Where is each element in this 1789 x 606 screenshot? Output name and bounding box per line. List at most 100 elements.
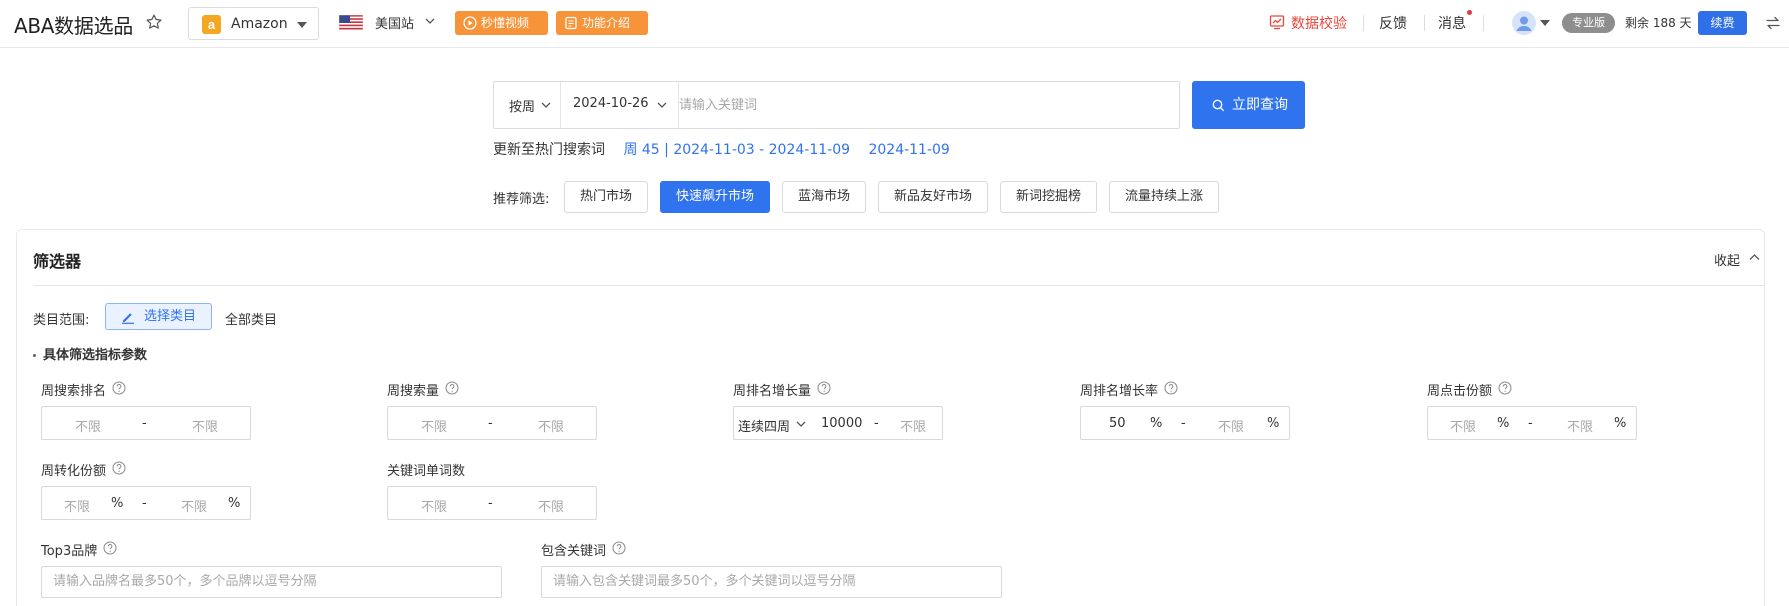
range-dash: - [874,416,879,431]
panel-divider [33,285,1765,286]
query-button[interactable]: 立即查询 [1192,81,1305,129]
edit-icon [121,310,135,324]
intro-button[interactable]: 功能介绍 [556,11,648,35]
help-circle-icon[interactable] [112,381,126,395]
top3-brand-label: Top3品牌 [41,540,117,559]
range-max[interactable]: 不限 [1218,416,1244,435]
favorite-star-icon[interactable] [145,13,163,31]
top3-brand-input[interactable]: 请输入品牌名最多50个，多个品牌以逗号分隔 [41,566,502,598]
range-dash: - [488,496,493,511]
update-info: 更新至热门搜索词 周 45 | 2024-11-03 - 2024-11-09 … [493,139,964,159]
marketplace-select[interactable]: a Amazon [188,7,319,40]
recommend-traffic-rising[interactable]: 流量持续上涨 [1109,181,1219,213]
click-share-range[interactable]: 不限 % - 不限 % [1427,406,1637,440]
help-circle-icon[interactable] [1498,381,1512,395]
weekly-volume-range[interactable]: 不限 - 不限 [387,406,597,440]
site-select[interactable]: 美国站 [375,13,414,32]
us-flag-icon [339,15,363,30]
weekly-rank-range[interactable]: 不限 - 不限 [41,406,251,440]
keyword-search-input[interactable] [679,83,1169,127]
period-select-label[interactable]: 按周 [509,96,535,115]
include-keywords-label: 包含关键词 [541,540,626,559]
recommend-new-word-list[interactable]: 新词挖掘榜 [1000,181,1097,213]
weekly-volume-text: 周搜索量 [387,384,440,399]
range-min[interactable]: 不限 [1450,416,1476,435]
range-dash: - [1528,416,1533,431]
range-min[interactable]: 不限 [421,416,447,435]
collapse-toggle[interactable]: 收起 [1714,250,1760,269]
date-select-label[interactable]: 2024-10-26 [573,96,649,111]
range-min[interactable]: 不限 [64,496,90,515]
range-dash: - [488,416,493,431]
help-circle-icon[interactable] [445,381,459,395]
search-bar: 按周 2024-10-26 [493,81,1180,129]
click-share-label: 周点击份额 [1427,380,1512,399]
range-min[interactable]: 50 [1109,416,1126,431]
keyword-word-count-range[interactable]: 不限 - 不限 [387,486,597,520]
param-section-label: 具体筛选指标参数 [43,348,148,363]
help-circle-icon[interactable] [612,541,626,555]
percent-sign: % [1150,416,1163,431]
percent-sign: % [1267,416,1280,431]
video-button[interactable]: 秒懂视频 [455,11,548,35]
unread-dot [1467,10,1472,15]
include-keywords-input[interactable]: 请输入包含关键词最多50个，多个关键词以逗号分隔 [541,566,1002,598]
bullet-dot [33,354,36,357]
percent-sign: % [1614,416,1627,431]
help-circle-icon[interactable] [112,461,126,475]
renew-button[interactable]: 续费 [1698,11,1747,35]
recommend-hot-market[interactable]: 热门市场 [564,181,648,213]
chevron-down-icon[interactable] [541,102,551,109]
range-min[interactable]: 不限 [75,416,101,435]
chevron-down-icon[interactable] [425,18,435,25]
range-max[interactable]: 不限 [181,496,207,515]
help-circle-icon[interactable] [1164,381,1178,395]
caret-down-icon[interactable] [1540,20,1550,26]
conversion-share-label: 周转化份额 [41,460,126,479]
switch-icon[interactable] [1765,15,1781,31]
range-max[interactable]: 不限 [900,416,926,435]
rank-growth-rate-text: 周排名增长率 [1080,384,1159,399]
keyword-word-count-label: 关键词单词数 [387,464,466,479]
range-min[interactable]: 10000 [821,416,862,431]
rank-growth-rate-label: 周排名增长率 [1080,380,1178,399]
recommend-rising-market[interactable]: 快速飙升市场 [660,181,770,213]
rank-growth-label: 周排名增长量 [733,380,831,399]
update-label: 更新至热门搜索词 [493,142,605,158]
range-min[interactable]: 不限 [421,496,447,515]
feedback-link[interactable]: 反馈 [1379,13,1407,33]
range-max[interactable]: 不限 [1567,416,1593,435]
header-divider [1483,15,1484,31]
intro-button-label: 功能介绍 [582,16,631,30]
range-max[interactable]: 不限 [192,416,218,435]
conversion-share-text: 周转化份额 [41,464,107,479]
range-dash: - [142,416,147,431]
rank-growth-text: 周排名增长量 [733,384,812,399]
rank-growth-range[interactable]: 连续四周 10000 - 不限 [733,406,943,440]
collapse-label: 收起 [1714,254,1741,269]
help-circle-icon[interactable] [817,381,831,395]
chevron-down-icon[interactable] [796,421,806,428]
messages-link[interactable]: 消息 [1438,13,1466,33]
range-dash: - [1181,416,1186,431]
data-check-link[interactable]: 数据校验 [1269,13,1347,33]
weekly-rank-text: 周搜索排名 [41,384,107,399]
header-divider [1363,15,1364,31]
top3-brand-text: Top3品牌 [41,544,98,559]
rank-growth-rate-range[interactable]: 50 % - 不限 % [1080,406,1290,440]
growth-period-select[interactable]: 连续四周 [738,416,790,435]
document-icon [564,16,578,30]
conversion-share-range[interactable]: 不限 % - 不限 % [41,486,251,520]
amazon-logo-icon: a [202,15,221,34]
range-max[interactable]: 不限 [538,496,564,515]
header-divider [1424,15,1425,31]
help-circle-icon[interactable] [103,541,117,555]
include-keywords-text: 包含关键词 [541,544,607,559]
user-avatar-icon[interactable] [1512,11,1536,35]
select-category-button[interactable]: 选择类目 [105,303,212,330]
chevron-down-icon[interactable] [657,102,667,109]
recommend-blue-ocean[interactable]: 蓝海市场 [782,181,866,213]
recommend-new-product-friendly[interactable]: 新品友好市场 [878,181,988,213]
plan-badge: 专业版 [1562,13,1615,33]
range-max[interactable]: 不限 [538,416,564,435]
